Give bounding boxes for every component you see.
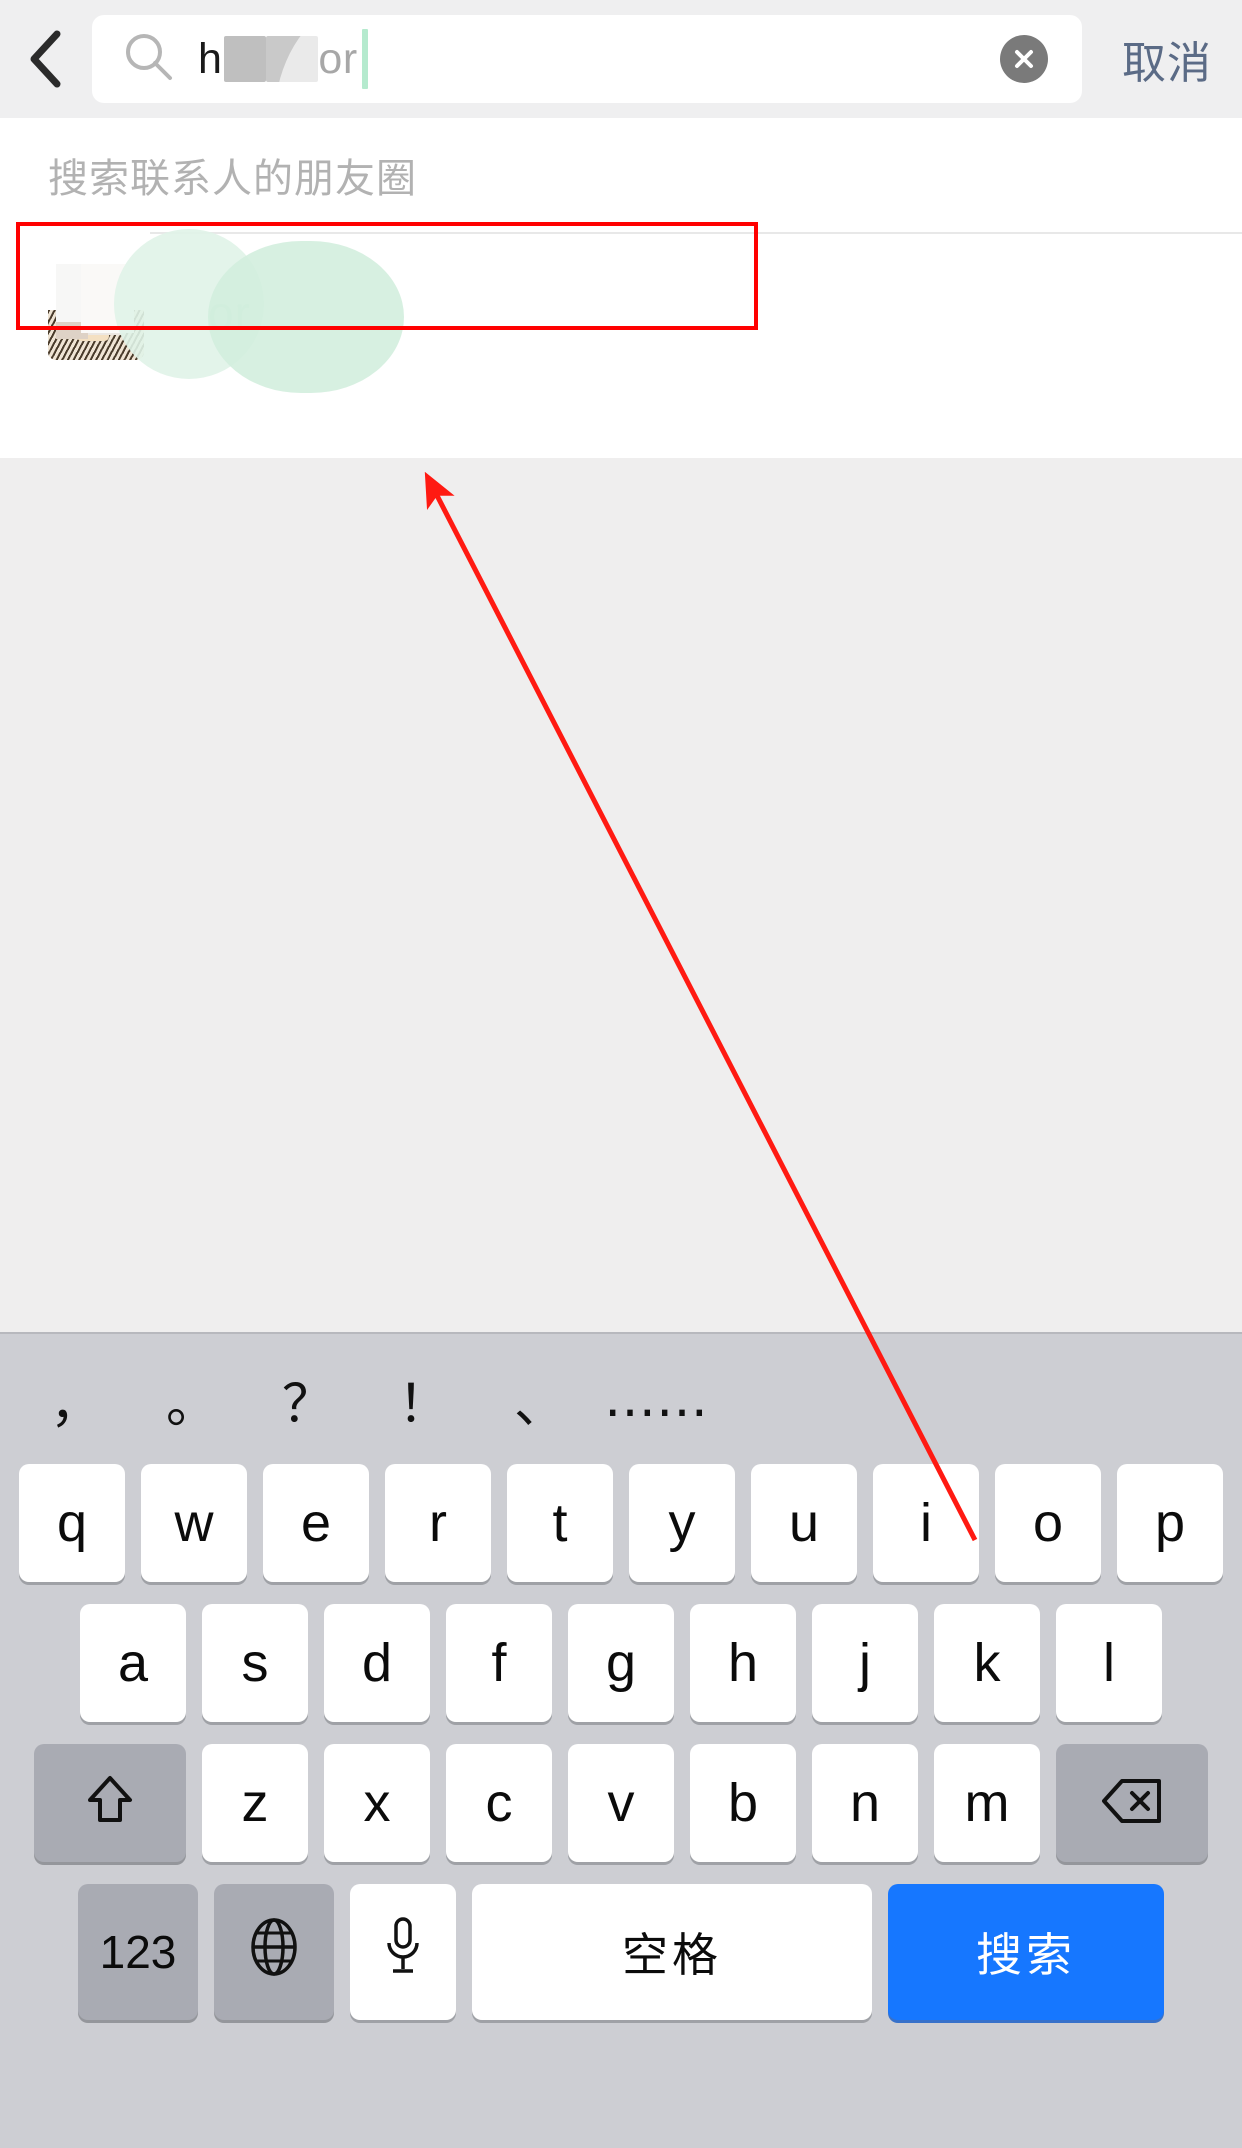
- punctuation-bar: ， 。 ？ ！ 、 ……: [0, 1334, 1242, 1464]
- key-b[interactable]: b: [690, 1744, 796, 1862]
- key-j[interactable]: j: [812, 1604, 918, 1722]
- name-redaction-block: [186, 284, 208, 329]
- key-w[interactable]: w: [141, 1464, 247, 1582]
- backspace-key[interactable]: [1056, 1744, 1208, 1862]
- wechat-moments-search-screen: h or 取消 搜索联系人的朋友圈 or ， 。 ？ ！ 、 …… q w e …: [0, 0, 1242, 2148]
- key-a[interactable]: a: [80, 1604, 186, 1722]
- search-input[interactable]: h or: [92, 15, 1082, 103]
- row-divider: [150, 232, 1242, 234]
- key-h[interactable]: h: [690, 1604, 796, 1722]
- search-query-prefix: h: [198, 35, 223, 83]
- globe-icon: [246, 1916, 302, 1989]
- search-submit-key[interactable]: 搜索: [888, 1884, 1164, 2020]
- shift-key[interactable]: [34, 1744, 186, 1862]
- key-m[interactable]: m: [934, 1744, 1040, 1862]
- key-e[interactable]: e: [263, 1464, 369, 1582]
- key-r[interactable]: r: [385, 1464, 491, 1582]
- search-bar: h or 取消: [0, 0, 1242, 118]
- key-q[interactable]: q: [19, 1464, 125, 1582]
- keyboard-bottom-row: 123 空格 搜索: [0, 1884, 1242, 2020]
- key-s[interactable]: s: [202, 1604, 308, 1722]
- key-l[interactable]: l: [1056, 1604, 1162, 1722]
- key-p[interactable]: p: [1117, 1464, 1223, 1582]
- shift-arrow-icon: [84, 1772, 136, 1835]
- backspace-icon: [1101, 1777, 1163, 1830]
- search-query-value: h or: [198, 15, 368, 103]
- results-section-header: 搜索联系人的朋友圈: [48, 157, 417, 201]
- punct-key-comma[interactable]: ，: [18, 1362, 134, 1437]
- key-u[interactable]: u: [751, 1464, 857, 1582]
- chevron-left-icon: [26, 28, 66, 90]
- key-v[interactable]: v: [568, 1744, 674, 1862]
- key-o[interactable]: o: [995, 1464, 1101, 1582]
- key-t[interactable]: t: [507, 1464, 613, 1582]
- key-d[interactable]: d: [324, 1604, 430, 1722]
- avatar: [48, 264, 144, 360]
- contact-name-suffix: or: [208, 286, 251, 339]
- language-switch-key[interactable]: [214, 1884, 334, 2020]
- contact-name: or: [114, 228, 404, 393]
- key-f[interactable]: f: [446, 1604, 552, 1722]
- key-n[interactable]: n: [812, 1744, 918, 1862]
- text-caret: [361, 29, 368, 89]
- key-i[interactable]: i: [873, 1464, 979, 1582]
- key-c[interactable]: c: [446, 1744, 552, 1862]
- numeric-mode-key[interactable]: 123: [78, 1884, 198, 2020]
- search-icon: [122, 30, 176, 89]
- punct-key-exclaim[interactable]: ！: [366, 1362, 482, 1437]
- empty-content-area: [0, 458, 1242, 1370]
- back-button[interactable]: [0, 0, 92, 118]
- voice-input-key[interactable]: [350, 1884, 456, 2020]
- search-query-suffix: or: [318, 35, 358, 83]
- punct-key-question[interactable]: ？: [250, 1362, 366, 1437]
- space-key[interactable]: 空格: [472, 1884, 872, 2020]
- punct-key-period[interactable]: 。: [134, 1362, 250, 1437]
- microphone-icon: [382, 1915, 424, 1990]
- key-x[interactable]: x: [324, 1744, 430, 1862]
- search-redaction-block-1: [224, 36, 267, 82]
- keyboard-row-1: q w e r t y u i o p: [0, 1464, 1242, 1582]
- punct-key-ellipsis[interactable]: ……: [598, 1369, 714, 1429]
- key-k[interactable]: k: [934, 1604, 1040, 1722]
- avatar-censor-block-2: [80, 264, 135, 334]
- virtual-keyboard: ， 。 ？ ！ 、 …… q w e r t y u i o p a s d f…: [0, 1332, 1242, 2148]
- search-redaction-block-2: [266, 36, 319, 82]
- cancel-button[interactable]: 取消: [1092, 27, 1242, 91]
- clear-search-button[interactable]: [1000, 35, 1048, 83]
- key-g[interactable]: g: [568, 1604, 674, 1722]
- punct-key-enumeration[interactable]: 、: [482, 1362, 598, 1437]
- key-y[interactable]: y: [629, 1464, 735, 1582]
- search-results-panel: 搜索联系人的朋友圈 or: [0, 118, 1242, 458]
- keyboard-row-3: z x c v b n m: [0, 1744, 1242, 1862]
- keyboard-row-2: a s d f g h j k l: [0, 1604, 1242, 1722]
- list-item[interactable]: or: [0, 228, 1242, 393]
- key-z[interactable]: z: [202, 1744, 308, 1862]
